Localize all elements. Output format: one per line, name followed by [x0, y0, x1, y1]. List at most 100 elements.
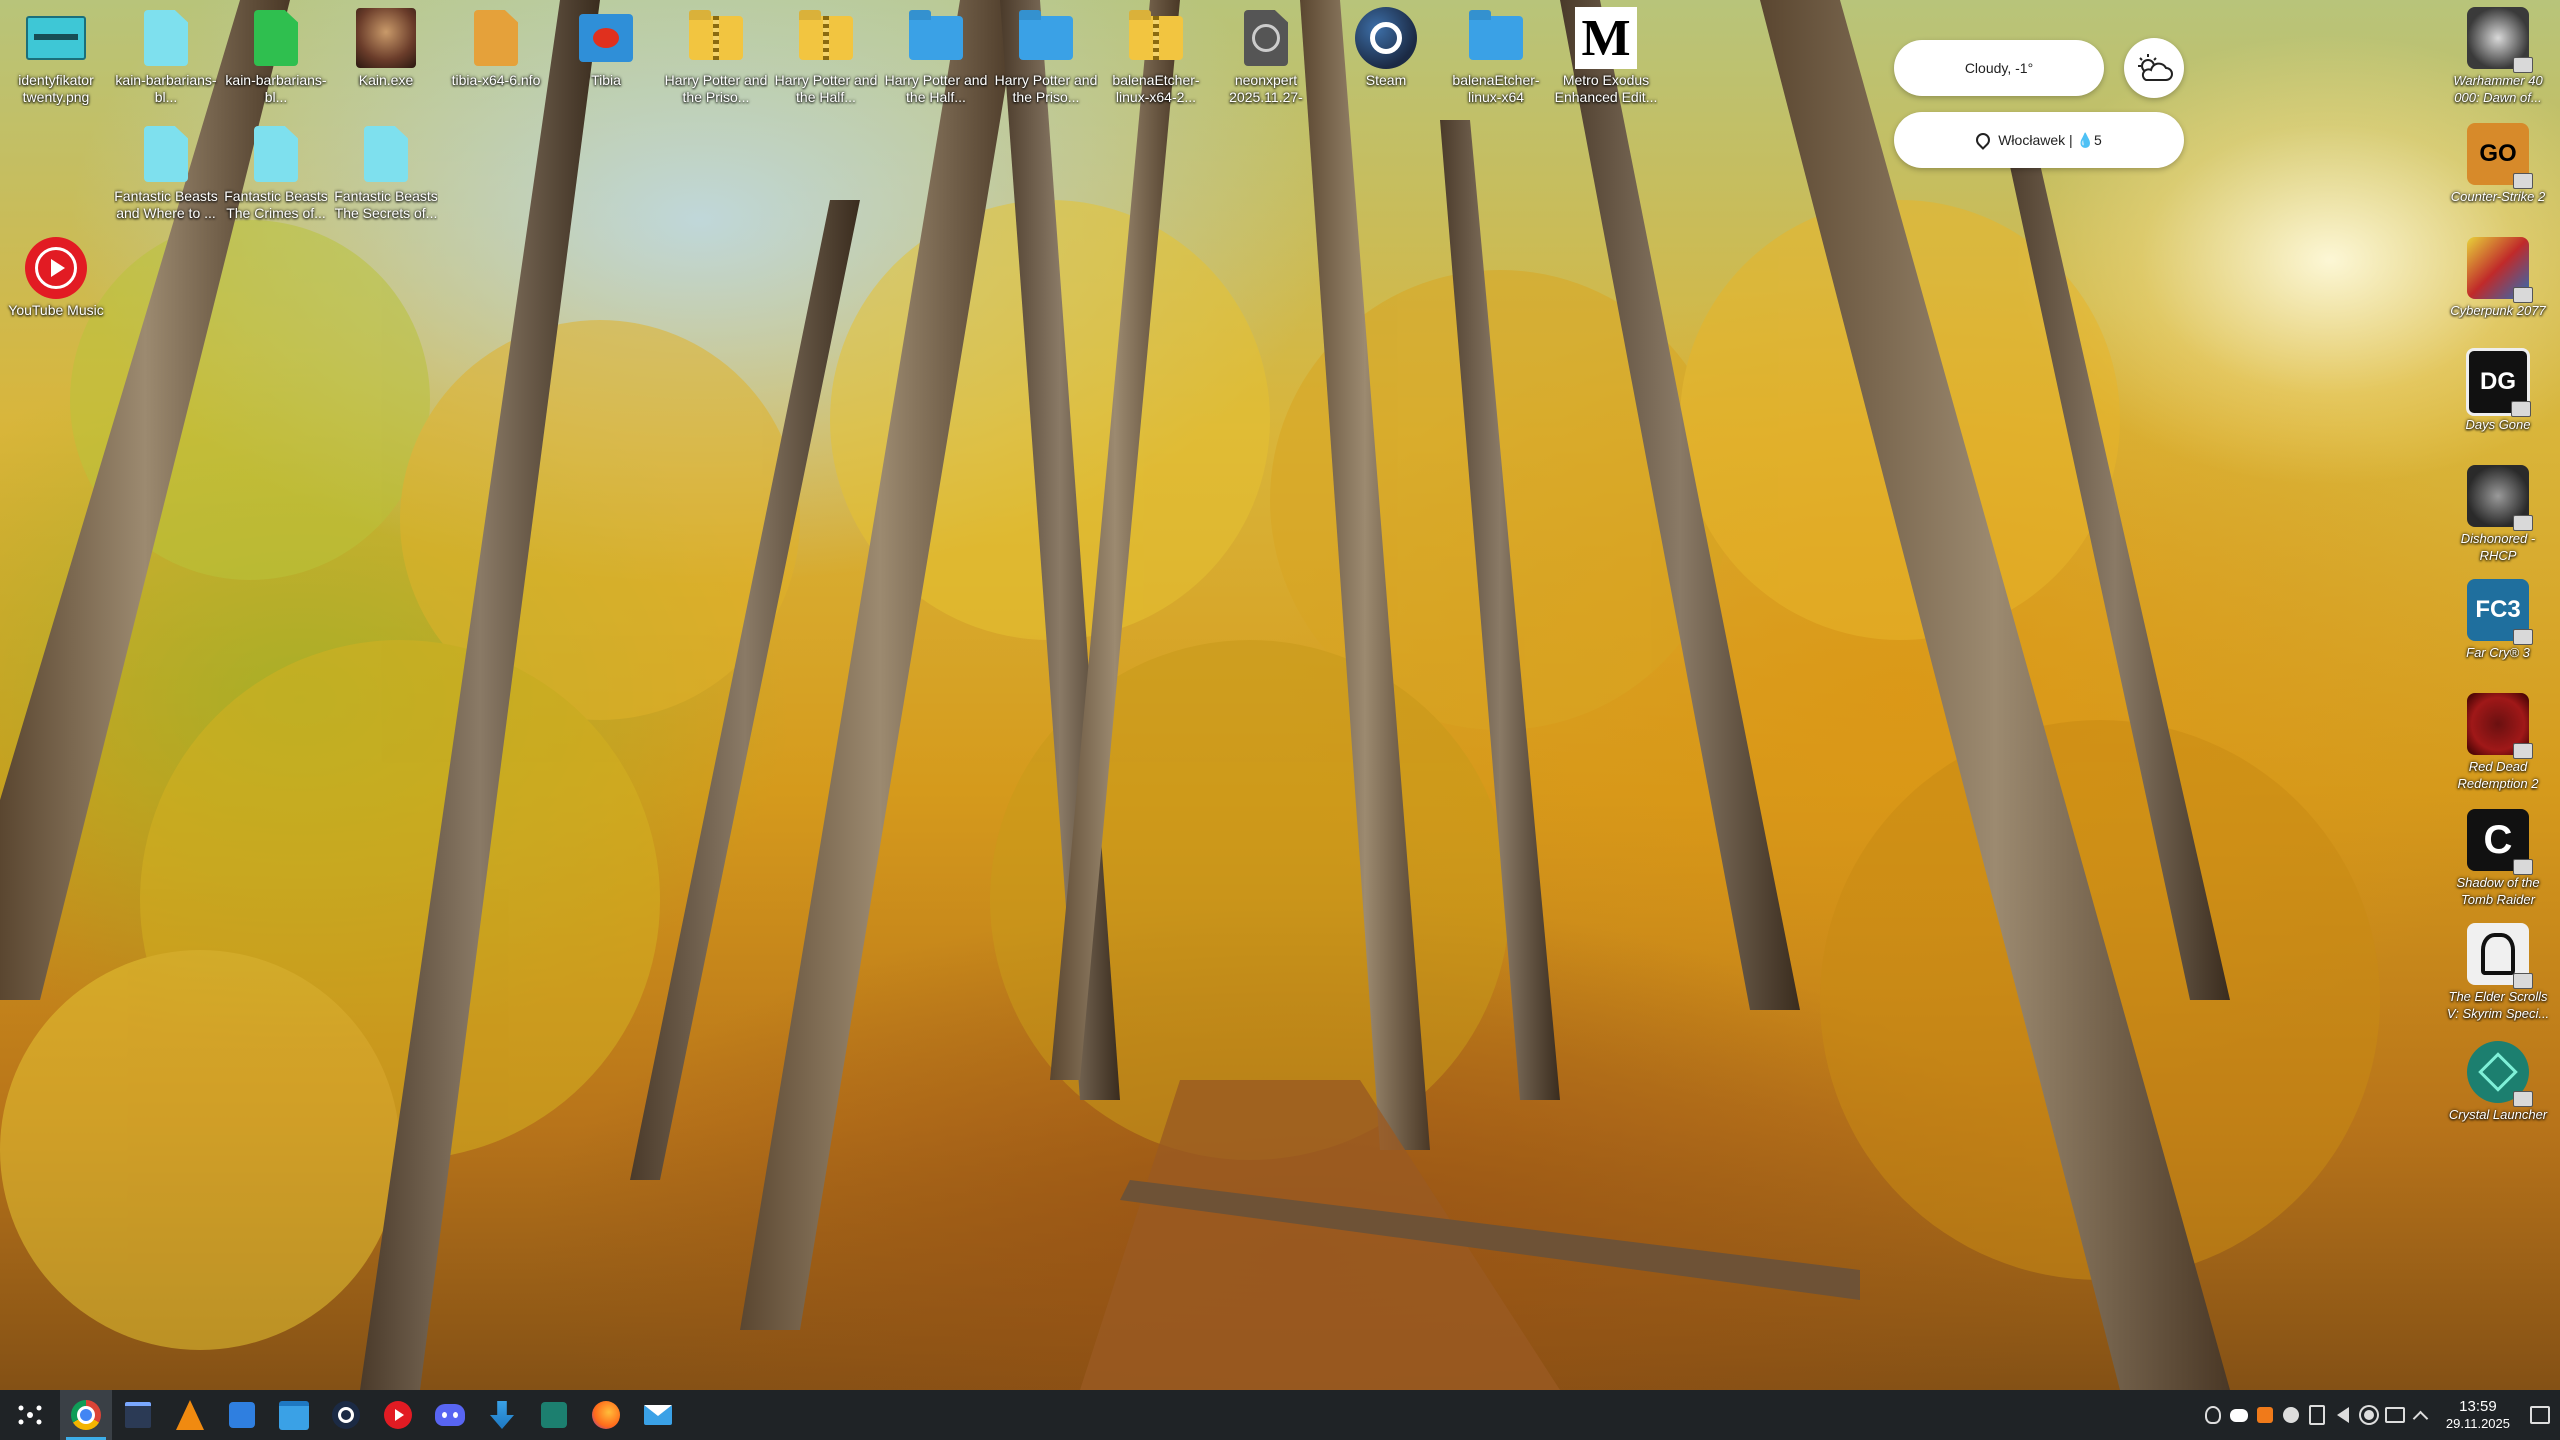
store-icon	[229, 1402, 255, 1428]
window-list-icon	[125, 1402, 151, 1428]
weather-location: Włocławek | 💧5	[1998, 131, 2102, 148]
chevron-up-icon[interactable]	[2408, 1390, 2434, 1440]
desktop-icon-hp-half-zip[interactable]: Harry Potter and the Half...	[774, 6, 878, 106]
taskbar-vlc[interactable]	[164, 1390, 216, 1440]
desktop-icon-steam[interactable]: Steam	[1334, 6, 1438, 89]
weather-icon-button[interactable]	[2124, 38, 2184, 98]
document-file-icon	[134, 6, 198, 70]
location-pin-icon	[1973, 130, 1994, 150]
discord-tray-icon[interactable]	[2226, 1390, 2252, 1440]
video-file-icon	[354, 122, 418, 186]
desktop-icon-kain-archive[interactable]: kain-barbarians-bl...	[224, 6, 328, 106]
taskbar-store[interactable]	[216, 1390, 268, 1440]
youtube-music-icon	[24, 236, 88, 300]
crystal-launcher-icon	[2466, 1040, 2533, 1107]
desktop-icon-warhammer[interactable]: Warhammer 40 000: Dawn of...	[2444, 6, 2552, 106]
steam-icon	[332, 1401, 360, 1429]
steam-icon	[1354, 6, 1418, 70]
desktop-icon-balena-folder[interactable]: balenaEtcher-linux-x64	[1444, 6, 1548, 106]
mail-icon	[644, 1405, 672, 1425]
desktop-icon-metro[interactable]: M Metro Exodus Enhanced Edit...	[1554, 6, 1658, 106]
desktop-icon-fantastic-beasts-1[interactable]: Fantastic Beasts and Where to ...	[114, 122, 218, 222]
folder-icon	[1014, 6, 1078, 70]
youtube-music-icon	[384, 1401, 412, 1429]
clock-date: 29.11.2025	[2445, 1416, 2510, 1431]
application-launcher-icon	[18, 1405, 42, 1425]
red-dead-icon	[2466, 692, 2533, 759]
weather-location-pill[interactable]: Włocławek | 💧5	[1894, 112, 2184, 168]
warhammer-icon	[2466, 6, 2533, 73]
clock-time: 13:59	[2459, 1398, 2497, 1415]
days-gone-icon: DG	[2466, 348, 2531, 417]
application-launcher-button[interactable]	[0, 1390, 60, 1440]
bug-icon[interactable]	[2200, 1390, 2226, 1440]
weather-condition: Cloudy, -1°	[1964, 60, 2034, 76]
desktop-icon-fantastic-beasts-3[interactable]: Fantastic Beasts The Secrets of...	[334, 122, 438, 222]
taskbar-mail[interactable]	[632, 1390, 684, 1440]
desktop-icon-tibia[interactable]: Tibia	[554, 6, 658, 89]
taskbar-chrome[interactable]	[60, 1390, 112, 1440]
desktop-icon-red-dead[interactable]: Red Dead Redemption 2	[2444, 692, 2552, 792]
volume-icon[interactable]	[2330, 1390, 2356, 1440]
desktop-icon-skyrim[interactable]: The Elder Scrolls V: Skyrim Speci...	[2444, 922, 2552, 1022]
taskbar-window-list[interactable]	[112, 1390, 164, 1440]
desktop-icon-hp-half-folder[interactable]: Harry Potter and the Half...	[884, 6, 988, 106]
download-icon	[490, 1401, 514, 1429]
desktop-icon-tibia-nfo[interactable]: tibia-x64-6.nfo	[444, 6, 548, 89]
dishonored-icon	[2466, 464, 2533, 531]
system-tray: 13:59 29.11.2025	[2200, 1390, 2560, 1440]
counter-strike-icon: GO	[2466, 122, 2533, 189]
tomb-raider-icon: C	[2466, 808, 2533, 875]
desktop-icon-crystal-launcher[interactable]: Crystal Launcher	[2444, 1040, 2552, 1123]
clipboard-icon[interactable]	[2304, 1390, 2330, 1440]
cloudy-sun-icon	[2138, 54, 2173, 81]
image-file-icon	[24, 6, 88, 70]
desktop-icon-dishonored[interactable]: Dishonored - RHCP	[2444, 464, 2552, 564]
skyrim-icon	[2466, 922, 2533, 989]
chrome-icon	[71, 1400, 101, 1430]
metro-icon: M	[1574, 6, 1638, 70]
taskbar-downloader[interactable]	[476, 1390, 528, 1440]
steam-tray-icon[interactable]	[2278, 1390, 2304, 1440]
taskbar-firefox[interactable]	[580, 1390, 632, 1440]
display-icon[interactable]	[2382, 1390, 2408, 1440]
desktop-icon-balena-zip[interactable]: balenaEtcher-linux-x64-2...	[1104, 6, 1208, 106]
taskbar-youtube-music[interactable]	[372, 1390, 424, 1440]
kain-portrait-icon	[354, 6, 418, 70]
clock[interactable]: 13:59 29.11.2025	[2446, 1398, 2510, 1432]
crystal-launcher-icon	[541, 1402, 567, 1428]
weather-condition-pill[interactable]: Cloudy, -1°	[1894, 40, 2104, 96]
archive-file-icon	[244, 6, 308, 70]
firefox-icon	[592, 1401, 620, 1429]
desktop-icon-cyberpunk[interactable]: Cyberpunk 2077	[2444, 236, 2552, 319]
archive-file-icon	[464, 6, 528, 70]
desktop-icon-neonxpert[interactable]: neonxpert 2025.11.27-074...	[1214, 6, 1318, 106]
desktop-icon-tomb-raider[interactable]: C Shadow of the Tomb Raider	[2444, 808, 2552, 908]
far-cry-3-icon: FC3	[2466, 578, 2533, 645]
show-desktop-button[interactable]	[2520, 1390, 2560, 1440]
desktop-icon-youtube-music[interactable]: YouTube Music	[4, 236, 108, 319]
zip-folder-icon	[794, 6, 858, 70]
orange-app-icon[interactable]	[2252, 1390, 2278, 1440]
taskbar-file-manager[interactable]	[268, 1390, 320, 1440]
taskbar-steam[interactable]	[320, 1390, 372, 1440]
desktop-icon-kain-exe[interactable]: Kain.exe	[334, 6, 438, 89]
desktop-icon-counter-strike[interactable]: GO Counter-Strike 2	[2444, 122, 2552, 205]
video-file-icon	[134, 122, 198, 186]
desktop-icon-identyfikator[interactable]: identyfikator twenty.png	[4, 6, 108, 106]
discord-icon	[435, 1404, 465, 1426]
vlc-icon	[176, 1400, 204, 1430]
file-manager-icon	[279, 1400, 309, 1430]
taskbar: 13:59 29.11.2025	[0, 1390, 2560, 1440]
desktop-icon-hp-priso-folder[interactable]: Harry Potter and the Priso...	[994, 6, 1098, 106]
taskbar-discord[interactable]	[424, 1390, 476, 1440]
show-desktop-icon	[2530, 1406, 2550, 1424]
taskbar-crystal-launcher[interactable]	[528, 1390, 580, 1440]
brightness-icon[interactable]	[2356, 1390, 2382, 1440]
tibia-game-icon	[574, 6, 638, 70]
desktop-icon-days-gone[interactable]: DG Days Gone	[2444, 348, 2552, 433]
desktop-icon-hp-priso-zip[interactable]: Harry Potter and the Priso...	[664, 6, 768, 106]
desktop-icon-kain-doc[interactable]: kain-barbarians-bl...	[114, 6, 218, 106]
desktop-icon-fantastic-beasts-2[interactable]: Fantastic Beasts The Crimes of...	[224, 122, 328, 222]
desktop-icon-far-cry-3[interactable]: FC3 Far Cry® 3	[2444, 578, 2552, 661]
